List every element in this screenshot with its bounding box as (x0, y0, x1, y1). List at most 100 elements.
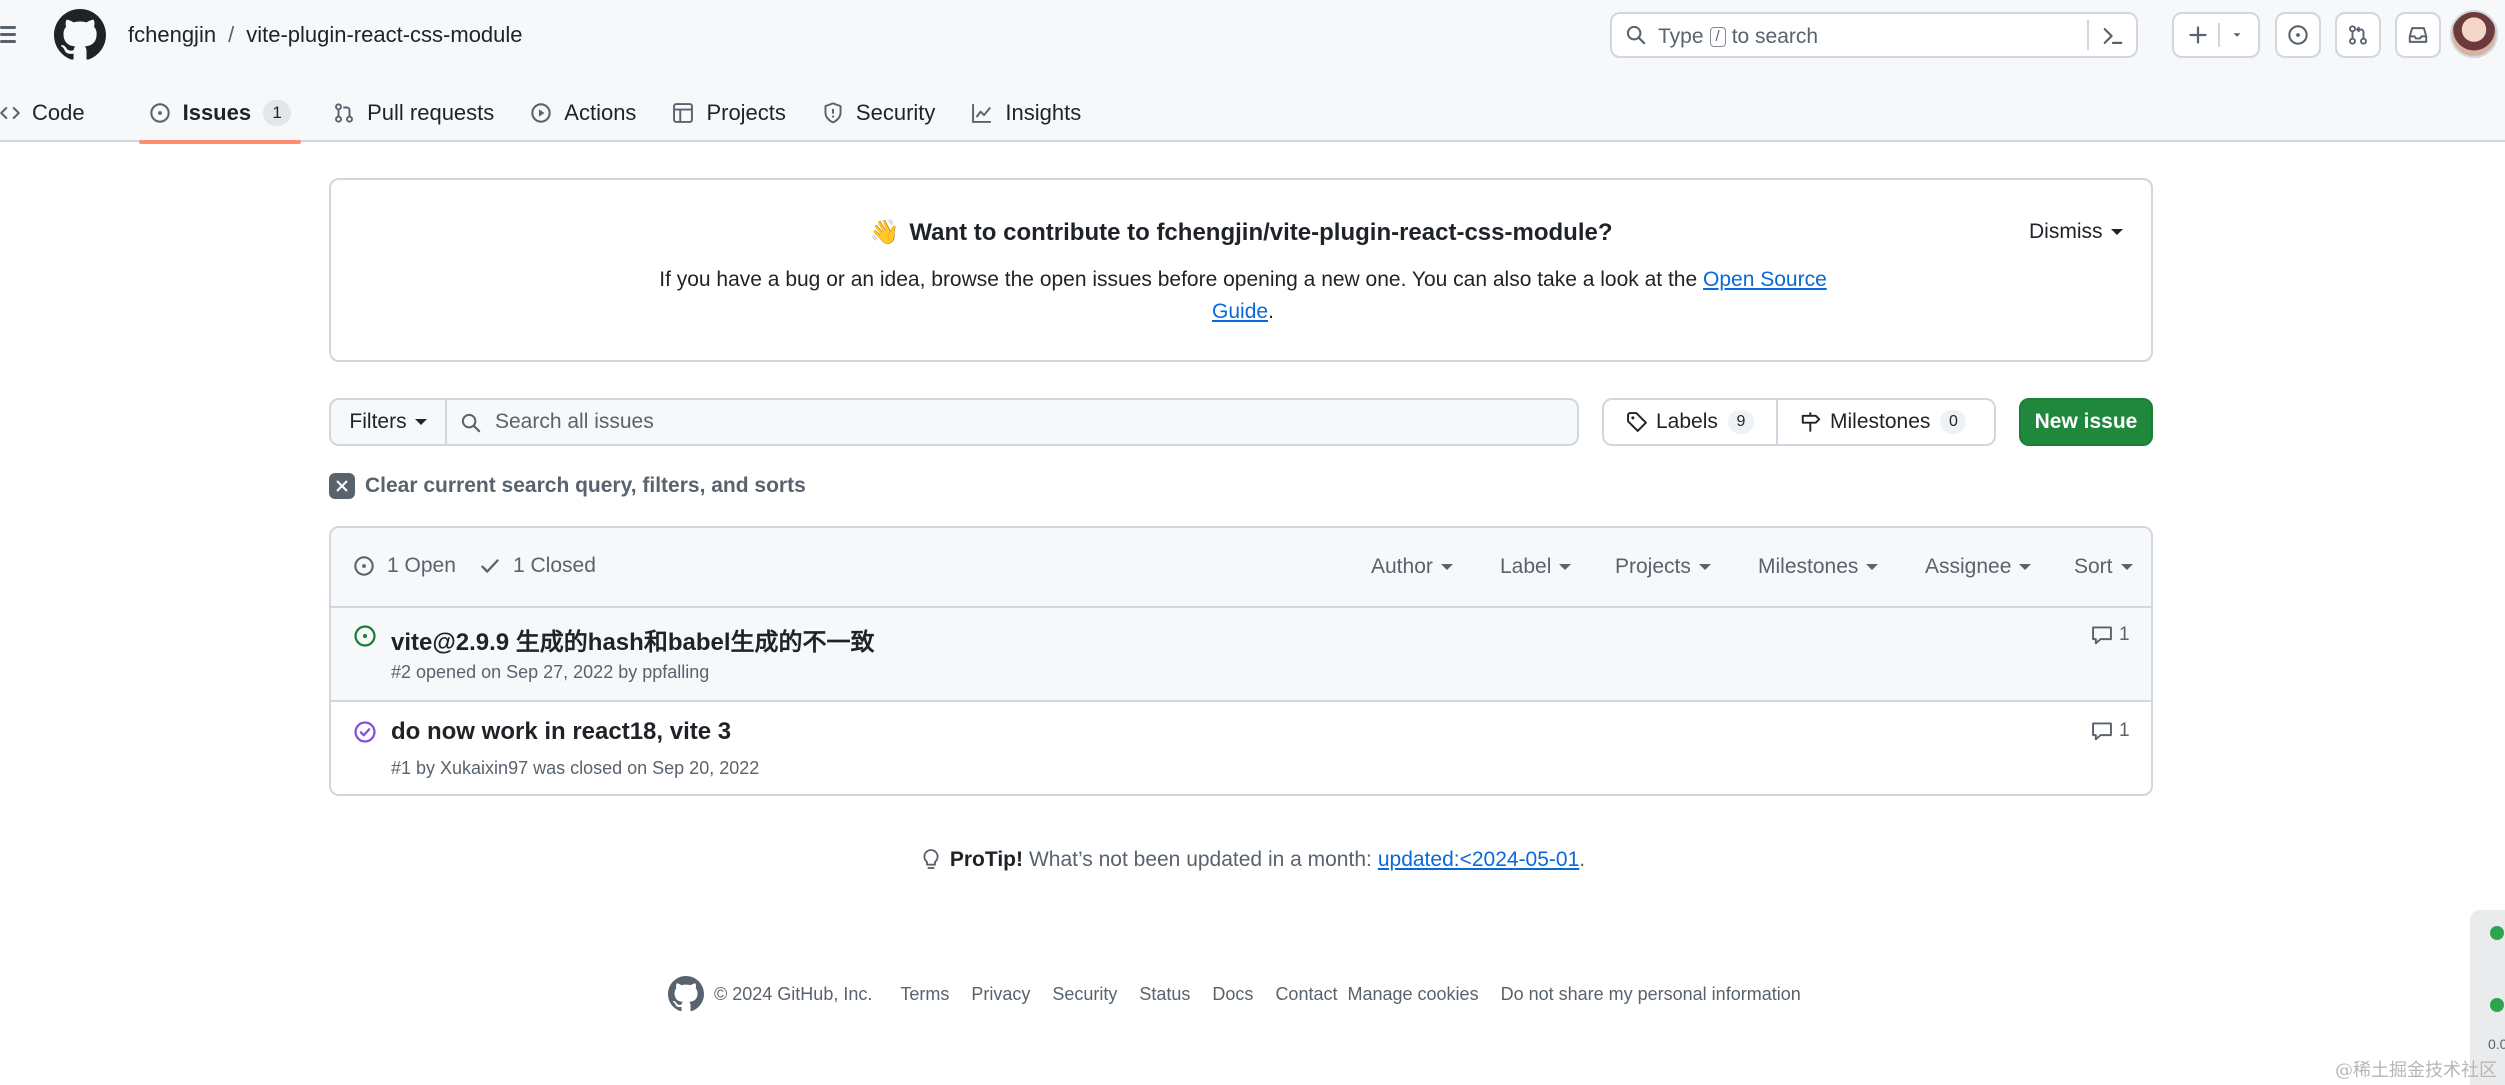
protip-query-link[interactable]: updated:<2024-05-01 (1378, 848, 1579, 872)
milestones-button[interactable]: Milestones 0 (1778, 398, 1996, 446)
footer-link-docs[interactable]: Docs (1212, 984, 1253, 1005)
issues-search-input[interactable] (495, 408, 1545, 436)
issue-meta: #1 by Xukaixin97 was closed on Sep 20, 2… (391, 758, 760, 778)
inbox-icon (2407, 24, 2429, 46)
table-row[interactable]: vite@2.9.9 生成的hash和babel生成的不一致 #2 opened… (331, 608, 2151, 702)
table-row[interactable]: do now work in react18, vite 3 #1 by Xuk… (331, 704, 2151, 794)
tab-insights-label: Insights (1005, 100, 1082, 125)
global-header: fchengjin / vite-plugin-react-css-module… (0, 0, 2505, 144)
caret-down-icon (1866, 564, 1879, 570)
notifications-button[interactable] (2395, 12, 2441, 58)
search-placeholder-prefix: Type (1658, 25, 1704, 48)
comments-link[interactable]: 1 (2091, 624, 2130, 646)
footer-link-manage-cookies[interactable]: Manage cookies (1347, 984, 1478, 1005)
pull-request-icon (333, 102, 367, 124)
issues-list-header: 1 Open 1 Closed Author Label Projects Mi… (331, 528, 2151, 608)
footer-link-status[interactable]: Status (1139, 984, 1190, 1005)
footer-link-security[interactable]: Security (1052, 984, 1117, 1005)
pull-request-icon (2347, 24, 2369, 46)
avatar[interactable] (2450, 10, 2498, 58)
tab-code[interactable]: Code (0, 84, 103, 142)
tab-projects[interactable]: Projects (654, 84, 803, 142)
your-issues-button[interactable] (2275, 12, 2321, 58)
tab-insights[interactable]: Insights (953, 84, 1099, 142)
breadcrumb-separator: / (228, 22, 235, 47)
sort-dropdown[interactable]: Sort (2074, 555, 2133, 579)
filter-bar: Filters (329, 398, 1579, 446)
contribute-title: 👋 Want to contribute to fchengjin/vite-pl… (331, 218, 2151, 247)
search-placeholder: Type / to search (1658, 25, 1818, 49)
issue-title-link[interactable]: do now work in react18, vite 3 (391, 718, 731, 746)
your-pull-requests-button[interactable] (2335, 12, 2381, 58)
issue-title-link[interactable]: vite@2.9.9 生成的hash和babel生成的不一致 (391, 622, 875, 657)
search-placeholder-suffix: to search (1731, 25, 1819, 48)
dismiss-label: Dismiss (2029, 220, 2103, 243)
search-shortcut-key: / (1709, 27, 1726, 47)
tab-projects-label: Projects (706, 100, 786, 125)
repo-name-link[interactable]: vite-plugin-react-css-module (246, 22, 522, 48)
caret-down-icon (2110, 229, 2123, 235)
labels-button[interactable]: Labels 9 (1602, 398, 1778, 446)
milestones-filter-label: Milestones (1758, 555, 1859, 578)
protip-period: . (1579, 848, 1586, 871)
create-new-button[interactable] (2172, 12, 2260, 58)
sort-label: Sort (2074, 555, 2113, 578)
repo-tabs: Code Issues 1 Pull requests Actions Proj… (0, 84, 1099, 144)
github-logo-icon[interactable] (54, 9, 106, 61)
button-divider (2218, 23, 2220, 47)
protip-label: ProTip! (949, 848, 1023, 871)
tab-pull-requests[interactable]: Pull requests (315, 84, 512, 142)
protip: ProTip! What’s not been updated in a mon… (0, 848, 2505, 872)
projects-filter-label: Projects (1615, 555, 1691, 578)
milestones-label: Milestones (1830, 410, 1931, 433)
dismiss-button[interactable]: Dismiss (2029, 220, 2123, 244)
clear-filters-link[interactable]: Clear current search query, filters, and… (329, 473, 806, 499)
status-dot (2490, 998, 2504, 1012)
contribute-body-text: If you have a bug or an idea, browse the… (659, 268, 1698, 291)
footer-link-privacy[interactable]: Privacy (971, 984, 1030, 1005)
milestones-count: 0 (1940, 410, 1967, 434)
contribute-period: . (1268, 300, 1274, 323)
footer-link-contact[interactable]: Contact (1275, 984, 1337, 1005)
code-icon (0, 103, 32, 123)
light-bulb-icon (920, 848, 950, 872)
issue-meta: #2 opened on Sep 27, 2022 by ppfalling (391, 662, 710, 682)
open-issues-toggle[interactable]: 1 Open (353, 554, 456, 578)
closed-issues-toggle[interactable]: 1 Closed (479, 554, 596, 578)
table-icon (672, 102, 706, 124)
caret-down-icon (1440, 564, 1453, 570)
comments-link[interactable]: 1 (2091, 720, 2130, 742)
filters-dropdown-button[interactable]: Filters (329, 398, 447, 446)
tab-security-label: Security (855, 100, 936, 125)
author-filter-dropdown[interactable]: Author (1371, 555, 1453, 579)
footer-link-do-not-share[interactable]: Do not share my personal information (1501, 984, 1801, 1005)
shield-icon (822, 102, 856, 124)
breadcrumb: fchengjin / vite-plugin-react-css-module (128, 20, 523, 50)
open-count-label: 1 Open (387, 554, 456, 577)
label-filter-dropdown[interactable]: Label (1500, 555, 1572, 579)
comment-count: 1 (2119, 624, 2130, 645)
tag-icon (1626, 411, 1656, 433)
footer-link-terms[interactable]: Terms (900, 984, 949, 1005)
clear-filters-label: Clear current search query, filters, and… (365, 474, 806, 497)
tab-security[interactable]: Security (804, 84, 953, 142)
contribute-title-text: Want to contribute to fchengjin/vite-plu… (909, 219, 1613, 246)
play-icon (530, 102, 564, 124)
milestones-filter-dropdown[interactable]: Milestones (1758, 555, 1879, 579)
new-issue-button[interactable]: New issue (2019, 398, 2153, 446)
check-icon (479, 555, 513, 577)
menu-icon[interactable] (0, 18, 20, 52)
issue-opened-icon (353, 555, 387, 577)
graph-icon (971, 102, 1005, 124)
command-palette-icon[interactable] (2102, 25, 2124, 47)
global-search-input[interactable]: Type / to search (1610, 12, 2138, 58)
github-mark-icon[interactable] (668, 976, 704, 1012)
repo-owner-link[interactable]: fchengjin (128, 22, 216, 48)
assignee-filter-dropdown[interactable]: Assignee (1925, 555, 2032, 579)
tab-issues-label: Issues (182, 100, 252, 125)
plus-icon (2188, 25, 2208, 45)
projects-filter-dropdown[interactable]: Projects (1615, 555, 1711, 579)
tab-actions[interactable]: Actions (512, 84, 654, 142)
comment-count: 1 (2119, 720, 2130, 741)
tab-issues[interactable]: Issues 1 (131, 84, 310, 144)
